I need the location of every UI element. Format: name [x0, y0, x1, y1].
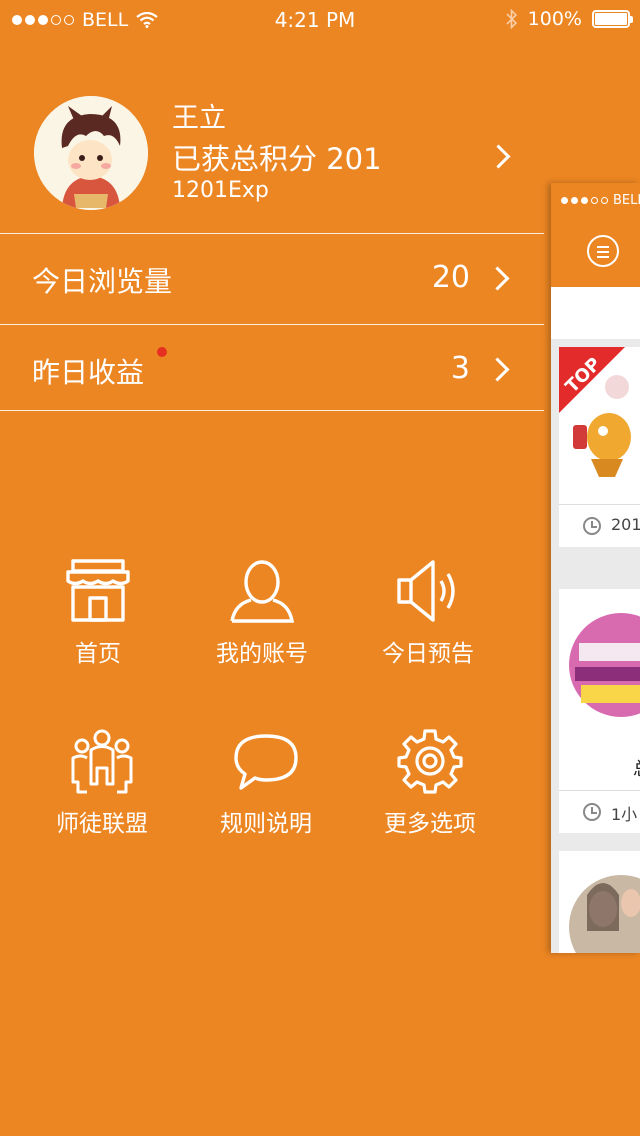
preview-card[interactable]: 总 1小 [559, 589, 640, 833]
menu-toggle-button[interactable] [587, 235, 619, 267]
menu-rules[interactable]: 规则说明 [184, 728, 348, 858]
main-content-preview[interactable]: BELL TOP 201 总 [551, 183, 640, 953]
menu-home[interactable]: 首页 [16, 558, 180, 688]
menu-more-options-label: 更多选项 [384, 811, 476, 837]
preview-card[interactable] [559, 851, 640, 953]
clock-icon [583, 803, 601, 821]
menu-today-preview-label: 今日预告 [382, 641, 474, 667]
today-views-value: 20 [431, 260, 470, 295]
battery-percent: 100% [527, 8, 582, 30]
chevron-right-icon [485, 266, 510, 291]
menu-more-options[interactable]: 更多选项 [348, 728, 512, 858]
group-icon [71, 729, 133, 794]
bluetooth-icon [506, 9, 517, 29]
preview-card[interactable]: TOP 201 [559, 347, 640, 547]
signal-icon [561, 197, 608, 204]
speech-bubble-icon [234, 734, 298, 790]
menu-my-account[interactable]: 我的账号 [180, 558, 344, 688]
card-title-fragment: 总 [633, 755, 640, 781]
store-icon [66, 559, 130, 622]
card-thumbnail [559, 589, 640, 729]
menu-today-preview[interactable]: 今日预告 [346, 558, 510, 688]
card-thumbnail [559, 851, 640, 953]
user-icon [230, 560, 295, 623]
menu-mentor-alliance-label: 师徒联盟 [56, 811, 148, 837]
menu-mentor-alliance[interactable]: 师徒联盟 [20, 728, 184, 858]
yesterday-earnings-label: 昨日收益 [32, 356, 145, 389]
avatar-image [34, 96, 148, 210]
chevron-right-icon [485, 357, 510, 382]
card-time: 201 [611, 515, 640, 534]
yesterday-earnings-row[interactable]: 昨日收益 3 [0, 324, 544, 415]
experience-points: 1201Exp [172, 178, 269, 203]
battery-icon [592, 10, 633, 28]
status-bar: BELL 4:21 PM 100% [0, 0, 640, 40]
card-time: 1小 [611, 805, 638, 824]
preview-header: BELL [551, 183, 640, 287]
today-views-row[interactable]: 今日浏览量 20 [0, 233, 544, 324]
speaker-icon [397, 560, 455, 622]
notification-badge [157, 347, 167, 357]
profile-header[interactable]: 王立 已获总积分 201 1201Exp [0, 86, 544, 232]
menu-home-label: 首页 [75, 641, 121, 667]
preview-tab-bar [551, 287, 640, 339]
menu-rules-label: 规则说明 [220, 811, 312, 837]
divider [0, 410, 544, 411]
user-name: 王立 [172, 103, 226, 134]
chevron-right-icon [486, 144, 511, 169]
clock-icon [583, 517, 601, 535]
menu-my-account-label: 我的账号 [216, 641, 308, 667]
preview-carrier: BELL [613, 193, 640, 208]
total-points: 已获总积分 201 [172, 142, 382, 176]
gear-icon [397, 729, 463, 794]
avatar[interactable] [34, 96, 148, 210]
yesterday-earnings-value: 3 [450, 351, 470, 386]
today-views-label: 今日浏览量 [32, 265, 173, 298]
